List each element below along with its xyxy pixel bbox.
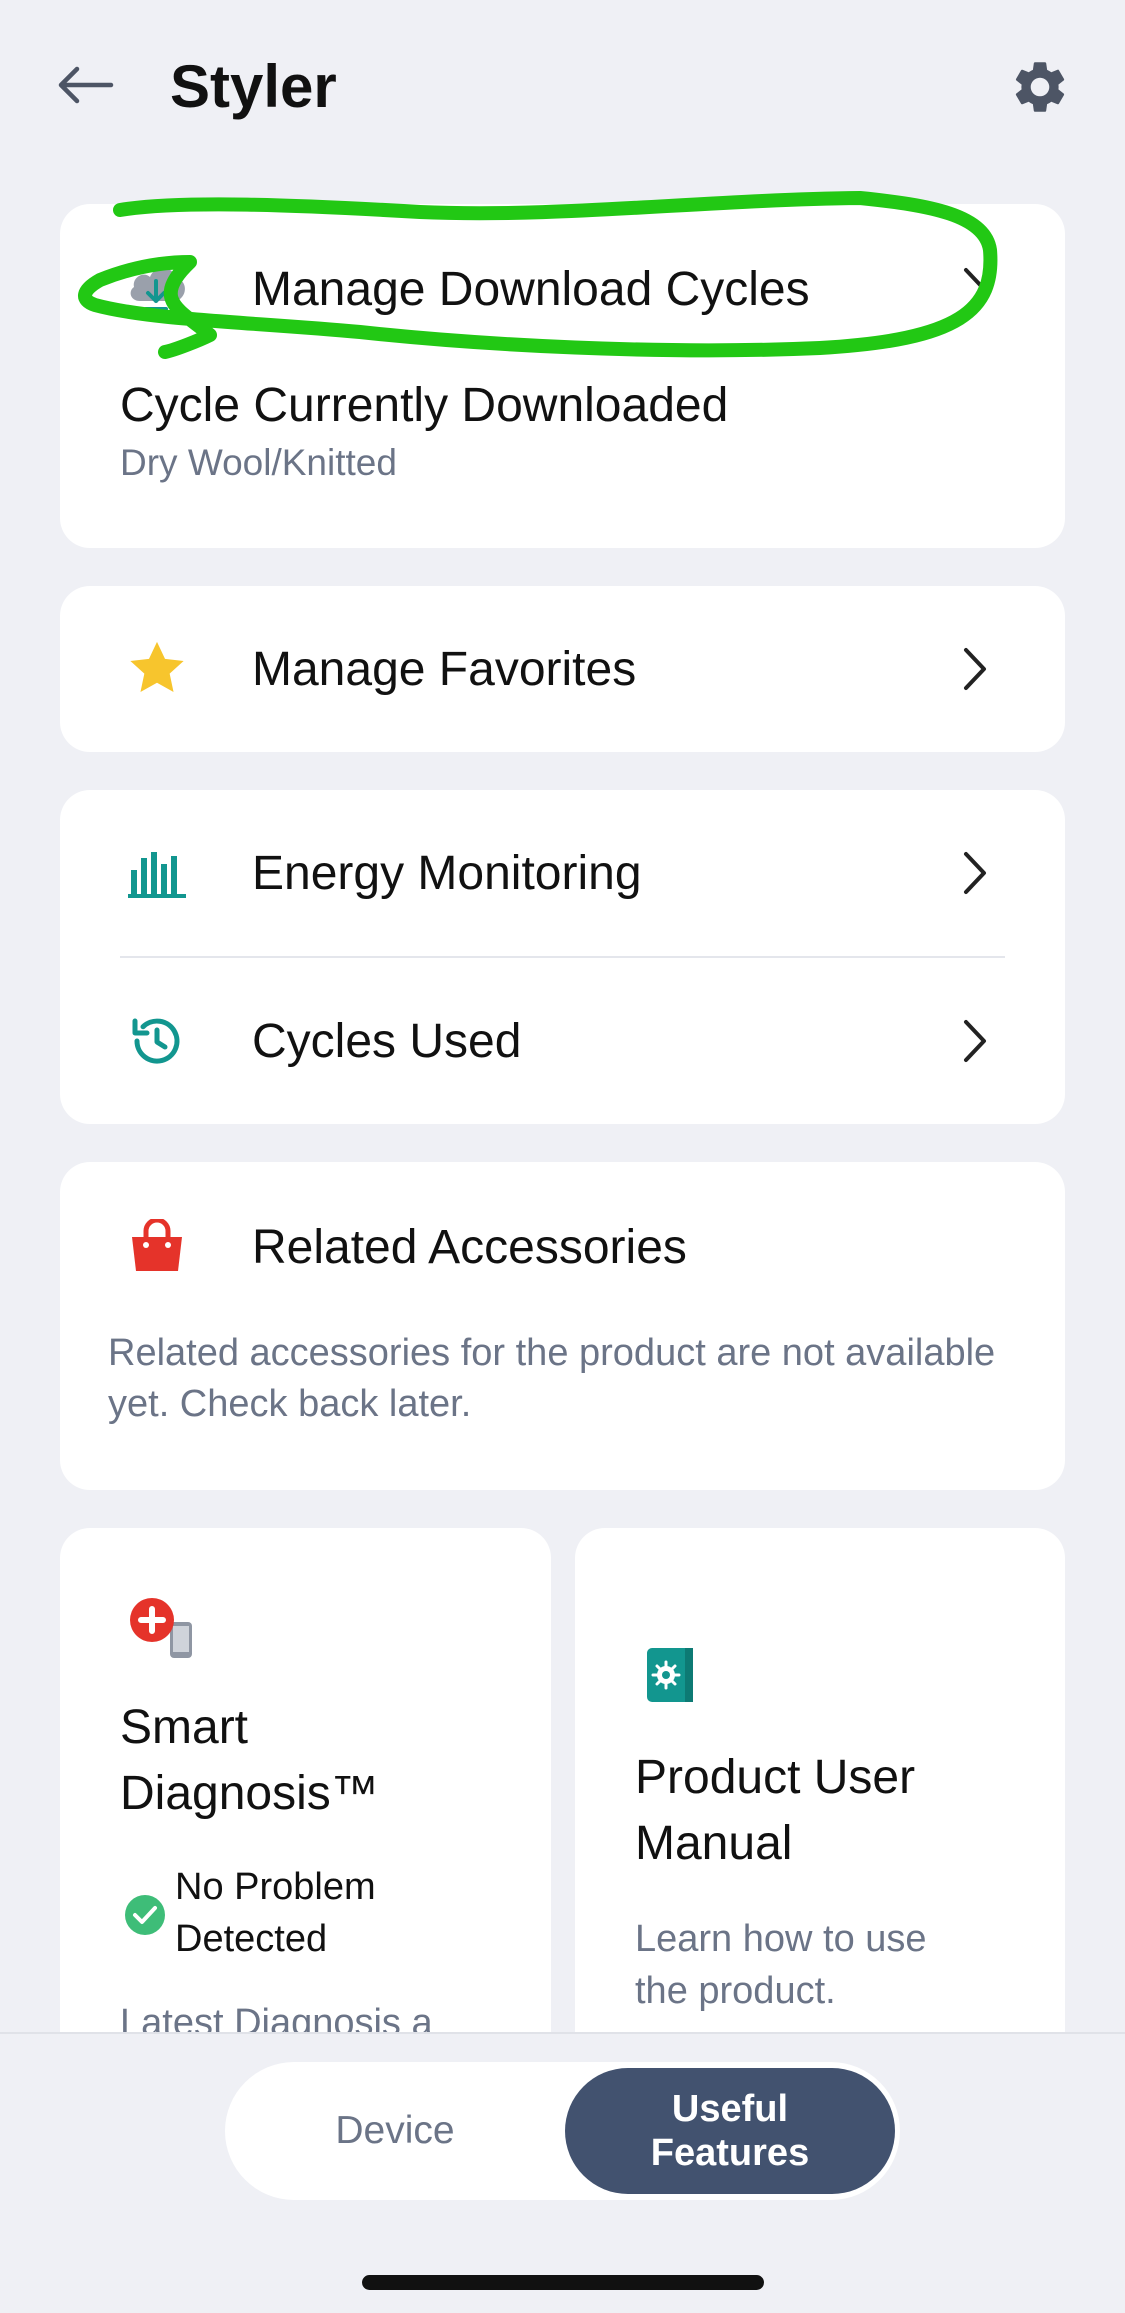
chevron-right-icon [955,843,995,903]
cycles-used-row[interactable]: Cycles Used [60,976,1065,1106]
cycle-currently-downloaded-title: Cycle Currently Downloaded [120,379,729,432]
manage-download-cycles-row[interactable]: Manage Download Cycles [60,224,1065,354]
gear-icon [1015,62,1065,112]
related-accessories-label: Related Accessories [252,1220,687,1274]
settings-button[interactable] [1005,52,1075,122]
smart-diagnosis-card[interactable]: Smart Diagnosis™ No Problem Detected Lat… [60,1528,551,2088]
related-accessories-row[interactable]: Related Accessories [60,1182,1065,1312]
cycle-currently-downloaded-value: Dry Wool/Knitted [120,442,397,483]
check-circle-icon [124,1894,166,1936]
arrow-left-icon [58,66,114,104]
manual-title-line1: Product User [635,1751,916,1804]
accessories-card: Related Accessories Related accessories … [60,1162,1065,1490]
manual-book-icon [645,1646,697,1704]
tab-useful-features-line1: Useful [671,2088,789,2130]
energy-monitoring-row[interactable]: Energy Monitoring [60,808,1065,938]
manage-favorites-row[interactable]: Manage Favorites [60,604,1065,734]
page-title: Styler [170,53,337,120]
tab-device[interactable]: Device [225,2062,565,2200]
bar-chart-icon [122,838,192,908]
chevron-right-icon [955,259,995,319]
shopping-bag-icon [122,1212,192,1282]
smart-diagnosis-icon [128,1596,208,1666]
tab-useful-features[interactable]: Useful Features [565,2068,895,2194]
tab-useful-features-line2: Features [650,2132,810,2174]
tab-switcher: Device Useful Features [225,2062,900,2200]
smart-diagnosis-title-line2: Diagnosis™ [120,1767,379,1820]
diagnosis-status-line2: Detected [175,1918,328,1960]
diagnosis-status-line1: No Problem [175,1866,376,1908]
chevron-right-icon [955,1011,995,1071]
divider [120,956,1005,958]
manual-description-line1: Learn how to use [635,1918,927,1960]
cloud-download-icon [122,254,192,324]
favorites-card: Manage Favorites [60,586,1065,752]
manual-description-line2: the product. [635,1970,836,2012]
chevron-right-icon [955,639,995,699]
manage-download-cycles-label: Manage Download Cycles [252,262,810,316]
star-icon [122,634,192,704]
related-accessories-description: Related accessories for the product are … [108,1332,996,1425]
energy-monitoring-label: Energy Monitoring [252,846,642,900]
cycles-used-label: Cycles Used [252,1014,522,1068]
manual-title-line2: Manual [635,1817,793,1870]
product-manual-card[interactable]: Product User Manual Learn how to use the… [575,1528,1065,2088]
back-button[interactable] [50,55,120,115]
smart-diagnosis-title-line1: Smart [120,1701,249,1754]
download-cycles-card: Manage Download Cycles Cycle Currently D… [60,204,1065,548]
home-indicator [362,2275,764,2290]
history-icon [122,1006,192,1076]
manage-favorites-label: Manage Favorites [252,642,637,696]
monitoring-card: Energy Monitoring Cycles Used [60,790,1065,1124]
